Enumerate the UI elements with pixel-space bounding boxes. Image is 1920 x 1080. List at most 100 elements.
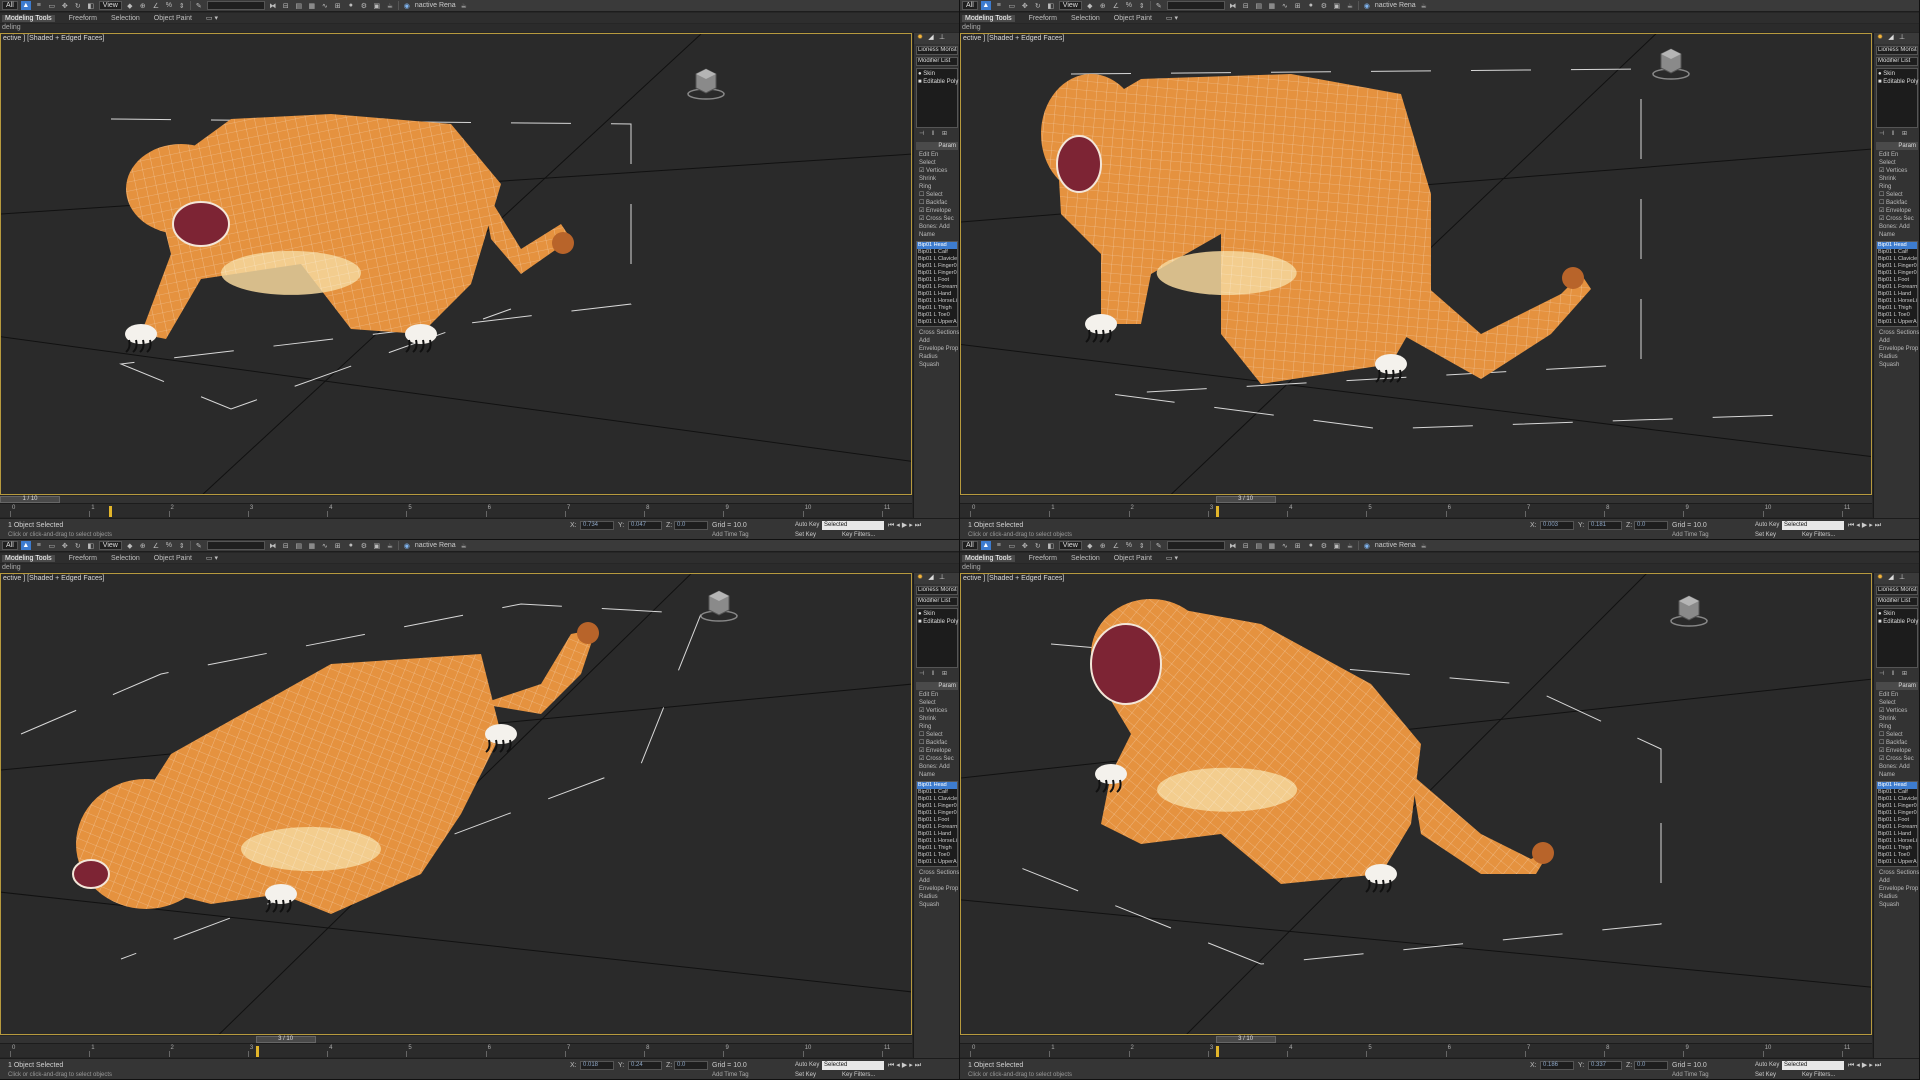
viewport-label[interactable]: ective ] [Shaded + Edged Faces] [3, 575, 104, 582]
ribbon-options-icon[interactable]: ▭ ▾ [1166, 554, 1178, 562]
select-element-checkbox[interactable]: ☐ Select [1874, 191, 1919, 199]
material-editor-icon[interactable]: ● [1306, 1, 1316, 10]
add-time-tag[interactable]: Add Time Tag [1672, 1072, 1709, 1078]
ribbon-tab-freeform[interactable]: Freeform [1029, 15, 1057, 22]
selection-filter-dropdown[interactable]: All [962, 541, 978, 550]
curve-editor-icon[interactable]: ∿ [320, 1, 330, 10]
material-editor-icon[interactable]: ● [1306, 541, 1316, 550]
rotate-icon[interactable]: ↻ [1033, 1, 1043, 10]
stack-controls[interactable]: ⊣ ‖ ⊞ [1874, 670, 1919, 678]
viewport-label[interactable]: ective ] [Shaded + Edged Faces] [3, 35, 104, 42]
stack-item-skin[interactable]: ● Skin [1878, 610, 1916, 618]
rotate-icon[interactable]: ↻ [73, 541, 83, 550]
hierarchy-tab-icon[interactable]: ⊥ [1898, 34, 1906, 42]
ribbon-tab-modeling-tools[interactable]: Modeling Tools [962, 14, 1015, 22]
bone-item[interactable]: Bip01 Head [917, 782, 957, 789]
layer-icon[interactable]: ▤ [294, 541, 304, 550]
parameters-rollout[interactable]: Param [916, 682, 958, 690]
bone-item[interactable]: Bip01 L HorseLi [917, 838, 957, 845]
rotate-icon[interactable]: ↻ [1033, 541, 1043, 550]
region-select-icon[interactable]: ▭ [47, 1, 57, 10]
bone-item[interactable]: Bip01 L Calf [1877, 789, 1917, 796]
bone-item[interactable]: Bip01 L Finger0 [917, 803, 957, 810]
bone-item[interactable]: Bip01 L Forearm [917, 824, 957, 831]
activeshade-label[interactable]: nactive Rena [1375, 542, 1416, 549]
rendered-frame-icon[interactable]: ▣ [372, 1, 382, 10]
cross-add-button[interactable]: Add [1874, 877, 1919, 885]
move-icon[interactable]: ✥ [60, 1, 70, 10]
bone-item[interactable]: Bip01 L Calf [1877, 249, 1917, 256]
percent-snap-icon[interactable]: % [1124, 1, 1134, 10]
bone-item[interactable]: Bip01 L Clavicle [1877, 256, 1917, 263]
bone-item[interactable]: Bip01 L HorseLi [917, 298, 957, 305]
create-tab-icon[interactable]: ✹ [1876, 574, 1884, 582]
activeshade-icon[interactable]: ◉ [1362, 541, 1372, 550]
playback-controls[interactable]: ⏮◂▶▸⏭ [1848, 1061, 1883, 1070]
parameters-rollout[interactable]: Param [1876, 142, 1918, 150]
render-icon[interactable]: ☕ [1345, 541, 1355, 550]
hierarchy-tab-icon[interactable]: ⊥ [938, 574, 946, 582]
select-element-checkbox[interactable]: ☐ Select [914, 191, 959, 199]
perspective-viewport[interactable]: ective ] [Shaded + Edged Faces] [0, 573, 912, 1035]
bone-item[interactable]: Bip01 L Forearm [1877, 284, 1917, 291]
bones-label[interactable]: Bones: Add [1874, 763, 1919, 771]
set-key-button[interactable]: Set Key [795, 532, 816, 538]
bones-list[interactable]: Bip01 Head Bip01 L Calf Bip01 L Clavicle Bi… [916, 241, 958, 327]
select-object-icon[interactable]: ▲ [980, 1, 991, 10]
move-icon[interactable]: ✥ [1020, 1, 1030, 10]
ring-button[interactable]: Ring [914, 183, 959, 191]
vertices-checkbox[interactable]: ☑ Vertices [1874, 707, 1919, 715]
perspective-viewport[interactable]: ective ] [Shaded + Edged Faces] [0, 33, 912, 495]
bone-item[interactable]: Bip01 L Clavicle [1877, 796, 1917, 803]
render-setup-icon[interactable]: ⚙ [1319, 541, 1329, 550]
create-tab-icon[interactable]: ✹ [916, 34, 924, 42]
snap-icon[interactable]: ⊕ [138, 541, 148, 550]
ref-coord-dropdown[interactable]: View [1058, 1, 1082, 10]
bone-item[interactable]: Bip01 L HorseLi [1877, 298, 1917, 305]
cross-sections-checkbox[interactable]: ☑ Cross Sec [914, 215, 959, 223]
render-setup-icon[interactable]: ⚙ [359, 1, 369, 10]
select-by-name-icon[interactable]: ≡ [994, 541, 1004, 550]
ribbon-tab-freeform[interactable]: Freeform [69, 555, 97, 562]
y-coordinate-field[interactable]: 0.337 [1588, 1061, 1622, 1070]
bone-item[interactable]: Bip01 L Forearm [917, 284, 957, 291]
percent-snap-icon[interactable]: % [1124, 541, 1134, 550]
bones-label[interactable]: Bones: Add [914, 763, 959, 771]
ref-coord-dropdown[interactable]: View [98, 541, 122, 550]
playback-controls[interactable]: ⏮◂▶▸⏭ [888, 1061, 923, 1070]
pivot-icon[interactable]: ◆ [125, 541, 135, 550]
layer-icon[interactable]: ▤ [294, 1, 304, 10]
bone-item[interactable]: Bip01 L Finger0 [917, 810, 957, 817]
teapot-icon[interactable]: ☕ [1419, 541, 1429, 550]
select-by-name-icon[interactable]: ≡ [994, 1, 1004, 10]
time-slider-track[interactable]: 3 / 10 [960, 496, 1872, 503]
align-icon[interactable]: ⊟ [281, 1, 291, 10]
region-select-icon[interactable]: ▭ [1007, 541, 1017, 550]
parameters-rollout[interactable]: Param [916, 142, 958, 150]
rendered-frame-icon[interactable]: ▣ [372, 541, 382, 550]
bones-list[interactable]: Bip01 Head Bip01 L Calf Bip01 L Clavicle Bi… [1876, 241, 1918, 327]
ribbon-toggle-icon[interactable]: ▦ [1267, 1, 1277, 10]
named-selection-dropdown[interactable] [206, 541, 265, 550]
select-object-icon[interactable]: ▲ [20, 541, 31, 550]
ribbon-toggle-icon[interactable]: ▦ [307, 541, 317, 550]
rendered-frame-icon[interactable]: ▣ [1332, 1, 1342, 10]
time-slider[interactable]: 3 / 10 [1215, 496, 1276, 503]
playback-controls[interactable]: ⏮◂▶▸⏭ [888, 521, 923, 530]
spinner-snap-icon[interactable]: ⇕ [1137, 1, 1147, 10]
key-filters-button[interactable]: Key Filters... [842, 1072, 875, 1078]
trackbar[interactable]: 0 1 2 3 4 5 6 7 8 9 10 11 [960, 503, 1872, 517]
pivot-icon[interactable]: ◆ [1085, 1, 1095, 10]
scale-icon[interactable]: ◧ [86, 1, 96, 10]
hierarchy-tab-icon[interactable]: ⊥ [938, 34, 946, 42]
mirror-icon[interactable]: ⧓ [268, 1, 278, 10]
set-key-button[interactable]: Set Key [795, 1072, 816, 1078]
curve-editor-icon[interactable]: ∿ [1280, 1, 1290, 10]
set-key-button[interactable]: Set Key [1755, 1072, 1776, 1078]
schematic-view-icon[interactable]: ⊞ [333, 541, 343, 550]
activeshade-icon[interactable]: ◉ [1362, 1, 1372, 10]
mirror-icon[interactable]: ⧓ [1228, 541, 1238, 550]
stack-item-editable-poly[interactable]: ■ Editable Poly [918, 618, 958, 626]
bones-list[interactable]: Bip01 Head Bip01 L Calf Bip01 L Clavicle Bi… [1876, 781, 1918, 867]
x-coordinate-field[interactable]: 0.018 [580, 1061, 614, 1070]
